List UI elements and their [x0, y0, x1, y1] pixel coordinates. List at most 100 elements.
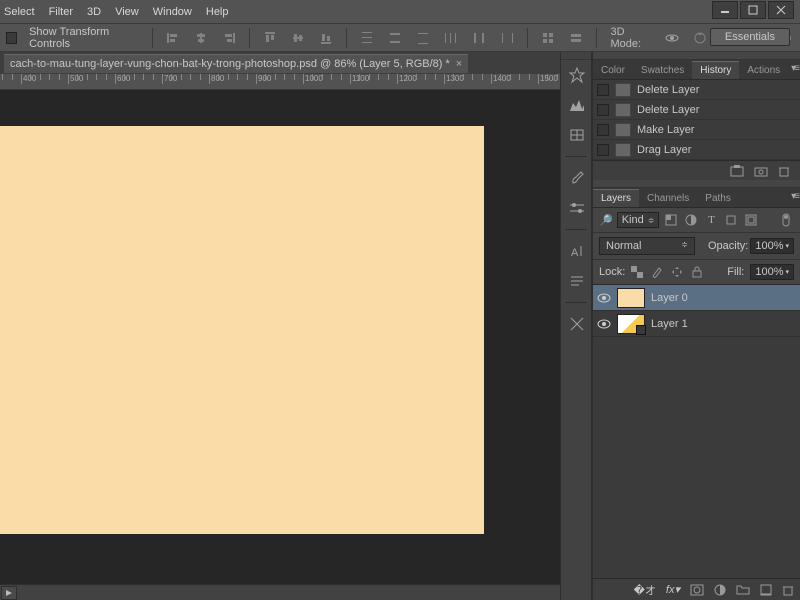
panel2-menu-icon[interactable]: ▾≡	[791, 191, 798, 202]
history-checkbox[interactable]	[597, 104, 609, 116]
filter-shape-icon[interactable]	[723, 212, 739, 228]
brush-icon[interactable]	[561, 163, 593, 193]
distribute-vcenter-icon[interactable]	[385, 28, 405, 48]
adjustments-icon[interactable]	[561, 193, 593, 223]
layer-row[interactable]: Layer 1	[593, 311, 800, 337]
history-checkbox[interactable]	[597, 84, 609, 96]
canvas-viewport[interactable]	[0, 90, 560, 584]
filter-search-icon[interactable]: 🔎	[599, 214, 613, 227]
navigator-icon[interactable]	[561, 60, 593, 90]
auto-align-icon[interactable]	[538, 28, 558, 48]
menu-3d[interactable]: 3D	[87, 6, 101, 18]
document-tabs: cach-to-mau-tung-layer-vung-chon-bat-ky-…	[0, 52, 560, 74]
adjustment-layer-icon[interactable]	[714, 584, 726, 596]
close-button[interactable]	[768, 1, 794, 19]
workspace-switcher[interactable]: Essentials	[710, 28, 790, 46]
history-item-label: Delete Layer	[637, 84, 699, 96]
menu-window[interactable]: Window	[153, 6, 192, 18]
paragraph-icon[interactable]	[561, 266, 593, 296]
history-checkbox[interactable]	[597, 144, 609, 156]
horizontal-scrollbar[interactable]	[0, 584, 560, 600]
blend-mode-select[interactable]: Normal≑	[599, 237, 695, 255]
orbit-3d-icon[interactable]	[662, 28, 682, 48]
distribute-bottom-icon[interactable]	[413, 28, 433, 48]
minimize-button[interactable]	[712, 1, 738, 19]
distribute-left-icon[interactable]	[441, 28, 461, 48]
align-vcenter-icon[interactable]	[288, 28, 308, 48]
menu-select[interactable]: Select	[4, 6, 35, 18]
close-tab-icon[interactable]: ×	[456, 58, 462, 70]
mask-icon[interactable]	[690, 584, 704, 596]
panel1-menu-icon[interactable]: ▾≡	[791, 63, 798, 74]
layer-thumbnail[interactable]	[617, 314, 645, 334]
align-right-edges-icon[interactable]	[219, 28, 239, 48]
opacity-input[interactable]: 100%▾	[750, 238, 794, 254]
visibility-toggle-icon[interactable]	[597, 291, 611, 305]
lock-brush-icon[interactable]	[649, 264, 665, 280]
align-top-icon[interactable]	[260, 28, 280, 48]
filter-adjust-icon[interactable]	[683, 212, 699, 228]
history-item[interactable]: Delete Layer	[593, 80, 800, 100]
lock-pixels-icon[interactable]	[629, 264, 645, 280]
scroll-play-icon[interactable]	[1, 586, 17, 600]
new-snapshot-icon[interactable]	[730, 165, 744, 177]
info-icon[interactable]	[561, 120, 593, 150]
history-item-label: Make Layer	[637, 124, 694, 136]
align-left-edges-icon[interactable]	[163, 28, 183, 48]
history-item[interactable]: Delete Layer	[593, 100, 800, 120]
layer-filter-row: 🔎 Kind ≑ T	[593, 208, 800, 233]
filter-type-icon[interactable]: T	[703, 212, 719, 228]
history-state-icon	[615, 103, 631, 117]
measure-icon[interactable]	[561, 309, 593, 339]
history-item[interactable]: Make Layer	[593, 120, 800, 140]
layer-row[interactable]: Layer 0	[593, 285, 800, 311]
distribute-hcenter-icon[interactable]	[469, 28, 489, 48]
menu-view[interactable]: View	[115, 6, 139, 18]
maximize-button[interactable]	[740, 1, 766, 19]
show-transform-checkbox[interactable]	[6, 32, 17, 44]
history-item-label: Drag Layer	[637, 144, 691, 156]
document-tab[interactable]: cach-to-mau-tung-layer-vung-chon-bat-ky-…	[4, 54, 468, 73]
filter-smart-icon[interactable]	[743, 212, 759, 228]
lock-position-icon[interactable]	[669, 264, 685, 280]
histogram-icon[interactable]	[561, 90, 593, 120]
layer-blend-row: Normal≑ Opacity: 100%▾	[593, 233, 800, 260]
history-state-icon	[615, 83, 631, 97]
canvas[interactable]	[0, 126, 484, 534]
fx-icon[interactable]: fx▾	[666, 583, 680, 596]
layer-kind-select[interactable]: Kind ≑	[617, 212, 660, 228]
filter-pixel-icon[interactable]	[663, 212, 679, 228]
tab-history[interactable]: History	[692, 61, 739, 79]
link-layers-icon[interactable]: �オ	[634, 582, 656, 598]
menu-filter[interactable]: Filter	[49, 6, 73, 18]
tab-swatches[interactable]: Swatches	[633, 62, 692, 79]
align-hcenter-icon[interactable]	[191, 28, 211, 48]
align-bottom-icon[interactable]	[316, 28, 336, 48]
distribute-top-icon[interactable]	[357, 28, 377, 48]
visibility-toggle-icon[interactable]	[597, 317, 611, 331]
panel1-tabs: Color Swatches History Actions ▾≡	[593, 60, 800, 80]
filter-toggle-icon[interactable]	[778, 212, 794, 228]
layer-name[interactable]: Layer 0	[651, 292, 688, 304]
roll-3d-icon[interactable]	[690, 28, 710, 48]
auto-blend-icon[interactable]	[566, 28, 586, 48]
tab-actions[interactable]: Actions	[739, 62, 788, 79]
history-item[interactable]: Drag Layer	[593, 140, 800, 160]
tab-paths[interactable]: Paths	[697, 190, 739, 207]
lock-all-icon[interactable]	[689, 264, 705, 280]
tab-channels[interactable]: Channels	[639, 190, 697, 207]
fill-input[interactable]: 100%▾	[750, 264, 794, 280]
trash-icon[interactable]	[778, 165, 790, 177]
character-icon[interactable]: A	[561, 236, 593, 266]
tab-layers[interactable]: Layers	[593, 189, 639, 207]
tab-color[interactable]: Color	[593, 62, 633, 79]
camera-icon[interactable]	[754, 165, 768, 177]
delete-layer-icon[interactable]	[782, 584, 794, 596]
new-layer-icon[interactable]	[760, 584, 772, 596]
layer-thumbnail[interactable]	[617, 288, 645, 308]
new-group-icon[interactable]	[736, 584, 750, 595]
menu-help[interactable]: Help	[206, 6, 229, 18]
history-checkbox[interactable]	[597, 124, 609, 136]
distribute-right-icon[interactable]	[497, 28, 517, 48]
layer-name[interactable]: Layer 1	[651, 318, 688, 330]
